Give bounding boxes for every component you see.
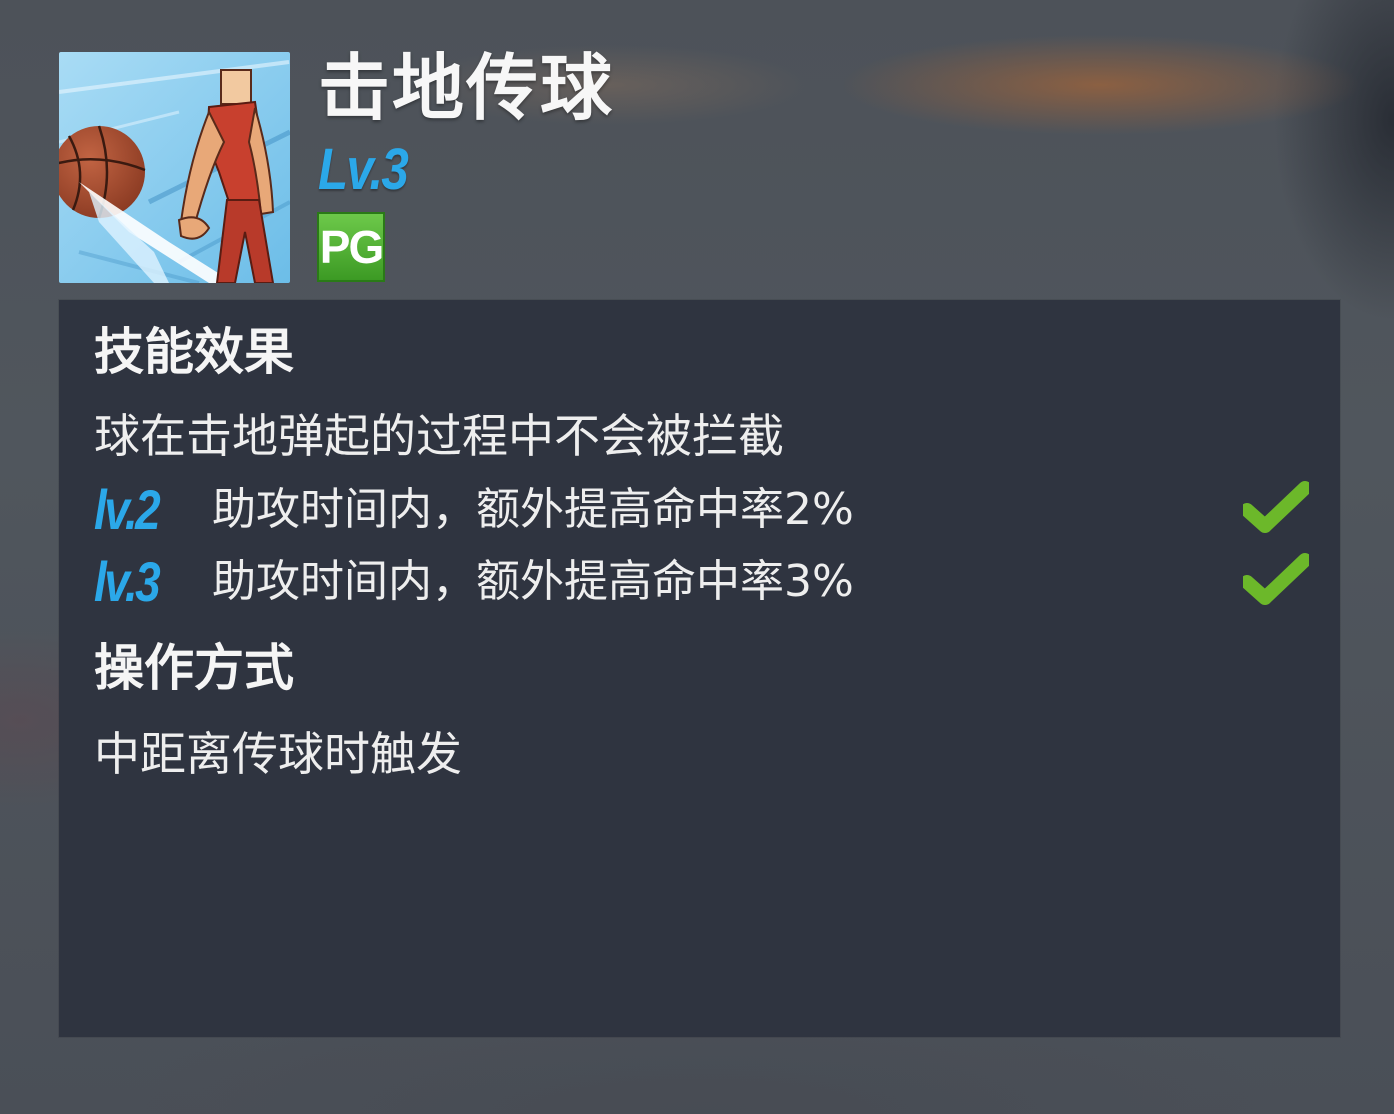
upgrade-row: lv.2 助攻时间内，额外提高命中率2% <box>94 478 1309 542</box>
upgrade-level-tag: lv.2 <box>94 478 161 541</box>
position-badge: PG <box>317 212 385 282</box>
checkmark-icon <box>1243 553 1309 605</box>
operation-heading: 操作方式 <box>94 639 294 697</box>
skill-title: 击地传球 <box>318 46 615 130</box>
skill-icon <box>59 52 290 283</box>
effect-heading: 技能效果 <box>94 323 294 381</box>
upgrade-description: 助攻时间内，额外提高命中率3% <box>212 556 854 607</box>
skill-detail-panel: 技能效果 球在击地弹起的过程中不会被拦截 lv.2 助攻时间内，额外提高命中率2… <box>59 300 1340 1037</box>
upgrade-row: lv.3 助攻时间内，额外提高命中率3% <box>94 550 1309 614</box>
effect-description: 球在击地弹起的过程中不会被拦截 <box>94 409 784 463</box>
checkmark-icon <box>1243 481 1309 533</box>
operation-description: 中距离传球时触发 <box>94 727 462 781</box>
upgrade-level-tag: lv.3 <box>94 550 161 613</box>
upgrade-description: 助攻时间内，额外提高命中率2% <box>212 484 854 535</box>
skill-level: Lv.3 <box>318 137 409 202</box>
